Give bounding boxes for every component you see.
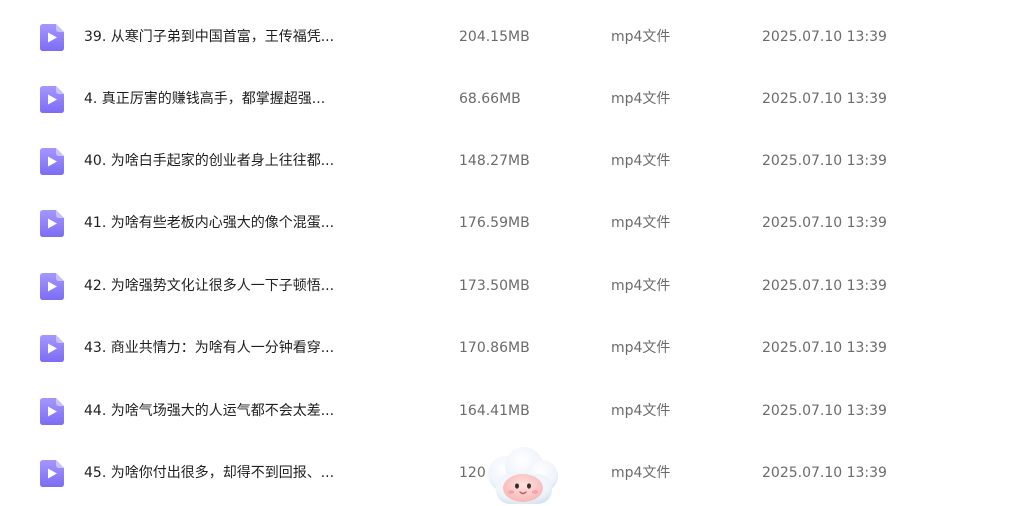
file-row[interactable]: 43. 商业共情力：为啥有人一分钟看穿... 170.86MB mp4文件 20…	[0, 317, 1014, 379]
video-file-icon	[40, 398, 64, 425]
file-row[interactable]: 44. 为啥气场强大的人运气都不会太差... 164.41MB mp4文件 20…	[0, 380, 1014, 442]
file-row[interactable]: 4. 真正厉害的赚钱高手，都掌握超强... 68.66MB mp4文件 2025…	[0, 68, 1014, 130]
file-name[interactable]: 42. 为啥强势文化让很多人一下子顿悟...	[84, 255, 334, 317]
file-size: 68.66MB	[459, 91, 521, 107]
file-type: mp4文件	[611, 91, 671, 107]
video-file-icon	[40, 148, 64, 175]
file-date: 2025.07.10 13:39	[762, 403, 887, 419]
file-type: mp4文件	[611, 29, 671, 45]
file-row[interactable]: 40. 为啥白手起家的创业者身上往往都... 148.27MB mp4文件 20…	[0, 130, 1014, 192]
file-row[interactable]: 42. 为啥强势文化让很多人一下子顿悟... 173.50MB mp4文件 20…	[0, 255, 1014, 317]
video-file-icon	[40, 460, 64, 487]
file-name[interactable]: 45. 为啥你付出很多，却得不到回报、...	[84, 442, 334, 504]
cloud-assistant-icon[interactable]	[482, 446, 564, 506]
file-size: 176.59MB	[459, 215, 530, 231]
file-type: mp4文件	[611, 278, 671, 294]
file-type: mp4文件	[611, 340, 671, 356]
file-date: 2025.07.10 13:39	[762, 465, 887, 481]
file-type: mp4文件	[611, 153, 671, 169]
file-date: 2025.07.10 13:39	[762, 278, 887, 294]
file-type: mp4文件	[611, 465, 671, 481]
video-file-icon	[40, 335, 64, 362]
file-name[interactable]: 41. 为啥有些老板内心强大的像个混蛋...	[84, 192, 334, 254]
file-date: 2025.07.10 13:39	[762, 29, 887, 45]
file-date: 2025.07.10 13:39	[762, 340, 887, 356]
file-name[interactable]: 4. 真正厉害的赚钱高手，都掌握超强...	[84, 68, 325, 130]
video-file-icon	[40, 86, 64, 113]
file-name[interactable]: 43. 商业共情力：为啥有人一分钟看穿...	[84, 317, 334, 379]
file-name[interactable]: 40. 为啥白手起家的创业者身上往往都...	[84, 130, 334, 192]
file-date: 2025.07.10 13:39	[762, 153, 887, 169]
file-name[interactable]: 44. 为啥气场强大的人运气都不会太差...	[84, 380, 334, 442]
file-size: 164.41MB	[459, 403, 530, 419]
file-type: mp4文件	[611, 215, 671, 231]
video-file-icon	[40, 24, 64, 51]
video-file-icon	[40, 273, 64, 300]
file-date: 2025.07.10 13:39	[762, 215, 887, 231]
file-row[interactable]: 41. 为啥有些老板内心强大的像个混蛋... 176.59MB mp4文件 20…	[0, 192, 1014, 254]
file-row[interactable]: 39. 从寒门子弟到中国首富，王传福凭... 204.15MB mp4文件 20…	[0, 6, 1014, 68]
file-type: mp4文件	[611, 403, 671, 419]
file-size: 204.15MB	[459, 29, 530, 45]
video-file-icon	[40, 210, 64, 237]
file-name[interactable]: 39. 从寒门子弟到中国首富，王传福凭...	[84, 6, 334, 68]
file-size: 173.50MB	[459, 278, 530, 294]
file-size: 170.86MB	[459, 340, 530, 356]
file-date: 2025.07.10 13:39	[762, 91, 887, 107]
file-size: 148.27MB	[459, 153, 530, 169]
file-list: 39. 从寒门子弟到中国首富，王传福凭... 204.15MB mp4文件 20…	[0, 0, 1014, 506]
